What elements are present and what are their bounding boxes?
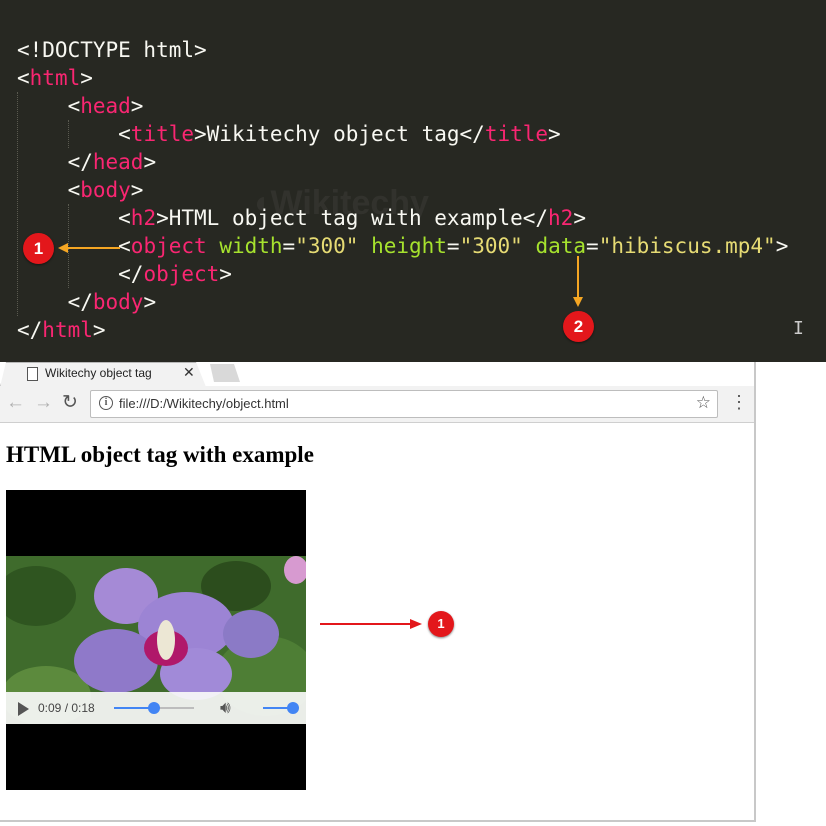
video-player[interactable]: 0:09 / 0:18 🔊︎ bbox=[6, 490, 306, 790]
time-display: 0:09 / 0:18 bbox=[38, 701, 95, 715]
volume-icon[interactable]: 🔊︎ bbox=[220, 698, 231, 718]
bookmark-star-icon[interactable]: ☆ bbox=[696, 393, 711, 413]
browser-toolbar: ← → ↻ i file:///D:/Wikitechy/object.html… bbox=[0, 386, 754, 423]
forward-icon[interactable]: → bbox=[34, 393, 53, 413]
back-icon[interactable]: ← bbox=[6, 393, 25, 413]
code-editor: ◖Wikitechy <!DOCTYPE html> <html> <head> … bbox=[0, 0, 826, 362]
page-heading: HTML object tag with example bbox=[6, 442, 314, 467]
arrow-head-down bbox=[573, 297, 583, 307]
close-icon[interactable]: ✕ bbox=[183, 364, 195, 381]
volume-slider[interactable] bbox=[263, 702, 299, 714]
play-icon[interactable] bbox=[18, 702, 29, 716]
media-controls: 0:09 / 0:18 🔊︎ bbox=[6, 692, 306, 724]
document-icon bbox=[27, 367, 38, 381]
annotation-badge: 2 bbox=[563, 311, 594, 342]
seek-knob[interactable] bbox=[148, 702, 160, 714]
annotation-arrows bbox=[58, 243, 583, 307]
arrow-head-left bbox=[58, 243, 68, 253]
tab-title: Wikitechy object tag bbox=[45, 366, 152, 380]
seek-slider[interactable] bbox=[114, 702, 194, 714]
reload-icon[interactable]: ↻ bbox=[62, 393, 78, 413]
annotation-badge: 1 bbox=[23, 233, 54, 264]
browser-tab[interactable]: Wikitechy object tag ✕ bbox=[0, 362, 206, 387]
menu-dots-icon[interactable]: ⋮ bbox=[730, 392, 748, 412]
new-tab-button[interactable] bbox=[210, 364, 240, 382]
text-cursor-icon: I bbox=[793, 318, 804, 339]
tab-strip: Wikitechy object tag ✕ bbox=[0, 362, 754, 387]
annotation-badge: 1 bbox=[428, 611, 454, 637]
address-bar[interactable]: i file:///D:/Wikitechy/object.html ☆ bbox=[90, 390, 718, 418]
info-icon[interactable]: i bbox=[99, 396, 113, 410]
volume-knob[interactable] bbox=[287, 702, 299, 714]
browser-window: Wikitechy object tag ✕ ← → ↻ i file:///D… bbox=[0, 362, 756, 822]
url-text[interactable]: file:///D:/Wikitechy/object.html bbox=[119, 396, 289, 411]
